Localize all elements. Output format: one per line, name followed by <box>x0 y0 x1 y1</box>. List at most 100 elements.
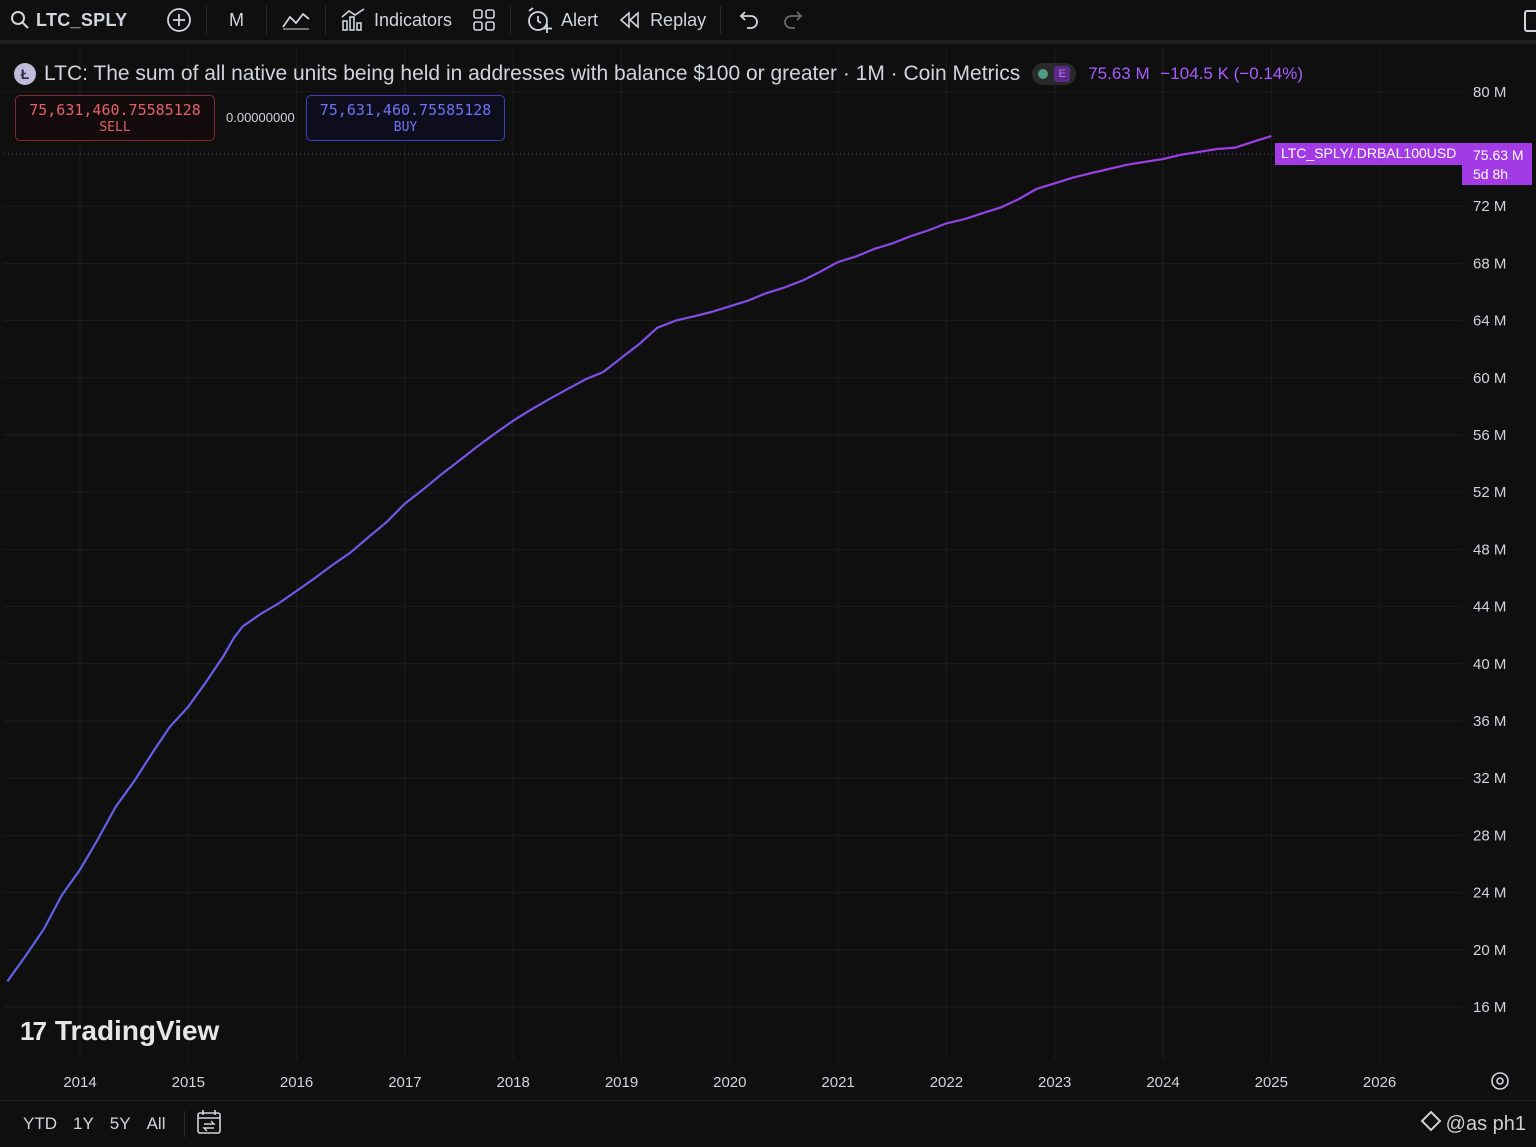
y-tick-label: 20 M <box>1473 942 1506 959</box>
bottom-divider <box>183 1111 185 1137</box>
series-point <box>1252 141 1253 142</box>
chart-grid <box>4 48 1462 1060</box>
y-tick-label: 80 M <box>1473 84 1506 101</box>
series-point <box>314 577 315 578</box>
series-point <box>404 503 405 504</box>
y-tick-label: 44 M <box>1473 599 1506 616</box>
series-point <box>1018 198 1019 199</box>
series-point <box>206 680 207 681</box>
diamond-icon <box>1420 1110 1442 1138</box>
range-all-button[interactable]: All <box>139 1114 174 1134</box>
x-tick-label: 2014 <box>63 1074 96 1091</box>
series-point <box>61 895 62 896</box>
series-point <box>1108 168 1109 169</box>
x-tick-label: 2016 <box>280 1074 313 1091</box>
series-point <box>711 311 712 312</box>
bottom-toolbar: YTD 1Y 5Y All <box>0 1100 1536 1147</box>
sell-label: SELL <box>99 120 131 135</box>
series-point <box>946 223 947 224</box>
series-point <box>477 446 478 447</box>
y-axis: 16 M 20 M 24 M 28 M 32 M 36 M 40 M 44 M 48 M 52 M… <box>1473 84 1506 1016</box>
series-point <box>1217 148 1218 149</box>
chart-settings-icon[interactable] <box>1489 1070 1511 1097</box>
series-point <box>223 655 224 656</box>
y-tick-label: 52 M <box>1473 484 1506 501</box>
series-point <box>1235 147 1236 148</box>
series-point <box>296 590 297 591</box>
series-point <box>423 489 424 490</box>
series-point <box>1181 154 1182 155</box>
y-tick-label: 56 M <box>1473 427 1506 444</box>
series-point <box>1144 161 1145 162</box>
go-to-date-button[interactable] <box>195 1109 223 1140</box>
series-point <box>79 869 80 870</box>
tradingview-mark-icon: 17 <box>20 1015 47 1046</box>
range-ytd-button[interactable]: YTD <box>15 1114 65 1134</box>
series-point <box>25 955 26 956</box>
series-point <box>693 316 694 317</box>
series-point <box>892 243 893 244</box>
x-tick-label: 2019 <box>605 1074 638 1091</box>
series-point <box>964 218 965 219</box>
sell-button[interactable]: 75,631,460.75585128 SELL <box>15 95 215 141</box>
buy-price: 75,631,460.75585128 <box>319 101 492 119</box>
y-tick-label: 64 M <box>1473 313 1506 330</box>
series-point <box>386 522 387 523</box>
watermark: @as ph1 <box>1420 1110 1526 1138</box>
series-point <box>838 261 839 262</box>
buy-button[interactable]: 75,631,460.75585128 BUY <box>306 95 505 141</box>
series-point <box>657 327 658 328</box>
series-legend[interactable]: Ł LTC: The sum of all native units being… <box>14 60 1303 88</box>
series-point <box>1036 188 1037 189</box>
series-point <box>513 420 514 421</box>
series-point <box>927 230 928 231</box>
x-tick-label: 2017 <box>388 1074 421 1091</box>
x-tick-label: 2020 <box>713 1074 746 1091</box>
market-status-dot-icon <box>1038 69 1049 79</box>
range-5y-button[interactable]: 5Y <box>102 1114 139 1134</box>
series-point <box>134 780 135 781</box>
last-price-value: 75.63 M <box>1473 147 1524 163</box>
legend-change: −104.5 K (−0.14%) <box>1160 64 1304 83</box>
chart-canvas[interactable]: 16 M 20 M 24 M 28 M 32 M 36 M 40 M 44 M 48 M 52 M… <box>0 0 1536 1100</box>
series-point <box>233 637 234 638</box>
y-tick-label: 48 M <box>1473 541 1506 558</box>
tradingview-logo[interactable]: 17 TradingView <box>20 1015 219 1047</box>
series-point <box>602 371 603 372</box>
x-tick-label: 2025 <box>1255 1074 1288 1091</box>
series-point <box>1271 136 1272 137</box>
series-point <box>567 389 568 390</box>
status-pill[interactable]: E <box>1032 63 1077 85</box>
y-tick-label: 72 M <box>1473 198 1506 215</box>
series-point <box>1090 173 1091 174</box>
legend-title: LTC: The sum of all native units being h… <box>44 62 1021 85</box>
sell-price: 75,631,460.75585128 <box>29 101 201 119</box>
series-point <box>982 213 983 214</box>
bar-countdown: 5d 8h <box>1473 166 1509 182</box>
status-letter-icon: E <box>1054 66 1071 82</box>
chart-series <box>6 135 1272 982</box>
x-tick-label: 2024 <box>1146 1074 1179 1091</box>
series-point <box>1073 177 1074 178</box>
range-1y-button[interactable]: 1Y <box>65 1114 102 1134</box>
y-tick-label: 28 M <box>1473 827 1506 844</box>
series-point <box>910 236 911 237</box>
x-tick-label: 2022 <box>930 1074 963 1091</box>
series-point <box>1000 207 1001 208</box>
series-point <box>440 474 441 475</box>
series-point <box>188 706 189 707</box>
y-tick-label: 32 M <box>1473 770 1506 787</box>
buy-label: BUY <box>393 120 418 135</box>
y-tick-label: 40 M <box>1473 656 1506 673</box>
series-line <box>6 135 1272 982</box>
series-point <box>621 357 622 358</box>
series-point <box>873 249 874 250</box>
y-tick-label: 16 M <box>1473 999 1506 1016</box>
series-point <box>729 306 730 307</box>
series-point <box>765 293 766 294</box>
y-tick-label: 60 M <box>1473 370 1506 387</box>
x-tick-label: 2018 <box>497 1074 530 1091</box>
series-point <box>260 613 261 614</box>
last-price-tag: 75.63 M 5d 8h <box>1462 143 1532 185</box>
series-point <box>44 928 45 929</box>
